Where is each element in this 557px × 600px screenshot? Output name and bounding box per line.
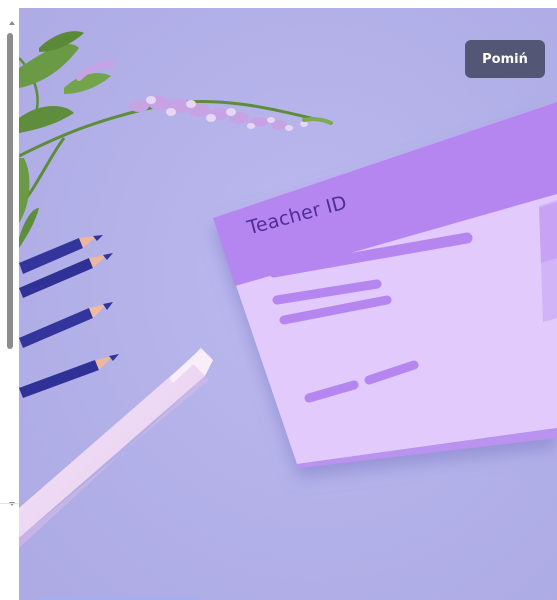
illustration-svg <box>19 8 557 600</box>
skip-button[interactable]: Pomiń <box>465 40 545 78</box>
divider <box>0 503 19 504</box>
bottom-accent-bar <box>40 596 200 600</box>
vertical-scrollbar[interactable] <box>0 8 19 506</box>
card-photo-box <box>539 202 557 263</box>
hero-illustration: Teacher ID Pomiń <box>19 8 557 600</box>
scroll-up-arrow-icon[interactable] <box>9 21 15 25</box>
scroll-thumb[interactable] <box>7 33 13 349</box>
